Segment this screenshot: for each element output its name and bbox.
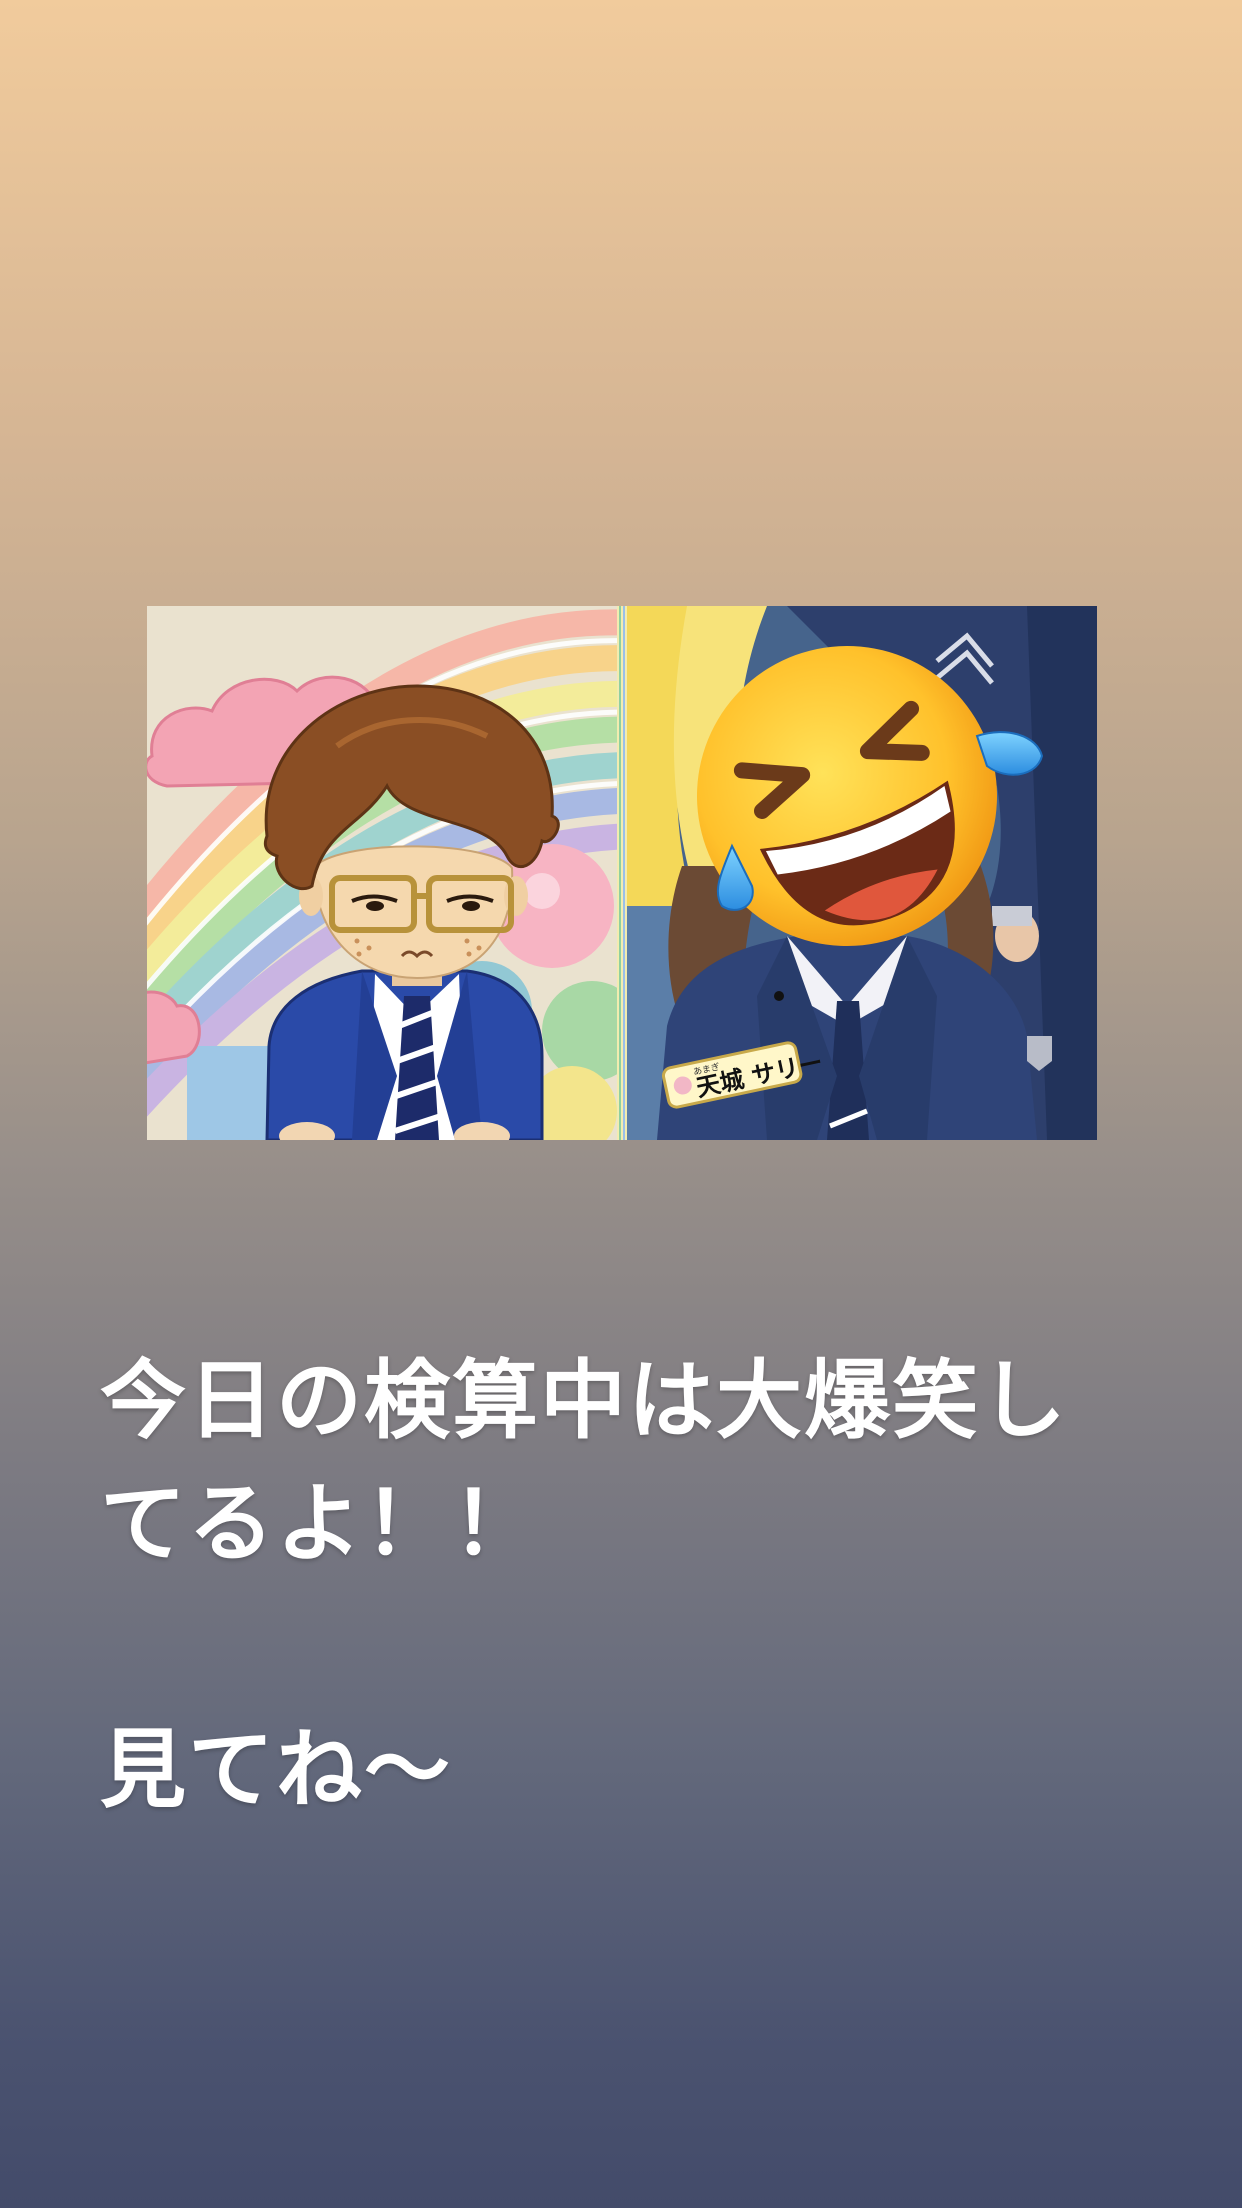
caption-line: 見てね〜 — [100, 1720, 452, 1820]
caption-line: てるよ！！ — [100, 1474, 540, 1574]
panel-divider — [617, 606, 627, 1140]
anime-character-panel — [147, 606, 617, 1140]
caption-line: 今日の検算中は大爆笑し — [100, 1351, 1068, 1451]
story-image: あまぎ 天城 サリー — [147, 606, 1097, 1140]
story-caption: 今日の検算中は大爆笑し てるよ！！ 見てね〜 — [100, 1340, 1120, 1832]
